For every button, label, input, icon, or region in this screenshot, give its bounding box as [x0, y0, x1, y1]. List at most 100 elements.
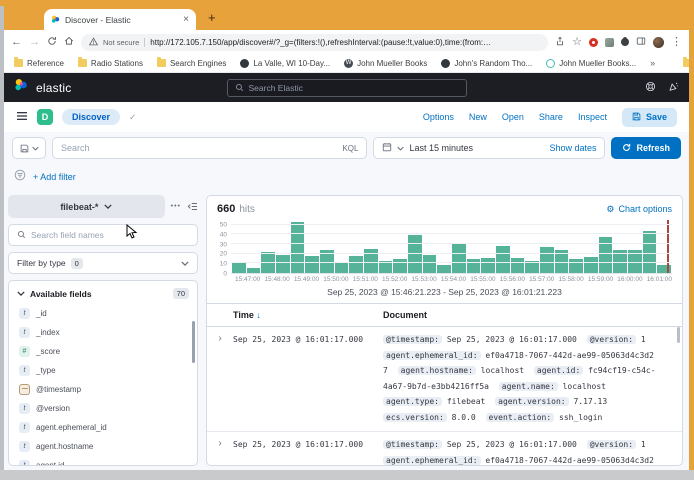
field-item-@version[interactable]: t@version	[9, 399, 197, 418]
field-search-input[interactable]	[31, 230, 189, 240]
show-dates-link[interactable]: Show dates	[549, 143, 596, 153]
doc-field-name[interactable]: @timestamp:	[383, 440, 442, 449]
doc-field-name[interactable]: @version:	[587, 440, 636, 449]
histogram-bar[interactable]	[437, 265, 451, 273]
doc-field-name[interactable]: agent.name:	[499, 382, 558, 391]
field-item-agent.ephemeral_id[interactable]: tagent.ephemeral_id	[9, 418, 197, 437]
fields-scrollbar[interactable]	[192, 321, 195, 363]
browser-tab[interactable]: Discover - Elastic ×	[44, 9, 196, 30]
doc-field-name[interactable]: agent.id:	[534, 366, 583, 375]
expand-row-icon[interactable]: ›	[218, 332, 221, 425]
extension-red-icon[interactable]	[589, 38, 598, 47]
doc-field-name[interactable]: @timestamp:	[383, 335, 442, 344]
extension-pin-icon[interactable]	[619, 36, 630, 47]
histogram-bar[interactable]	[540, 247, 554, 273]
documents-scrollbar[interactable]	[677, 327, 680, 343]
bookmark-item[interactable]: Radio Stations	[78, 59, 143, 68]
global-search[interactable]	[227, 79, 467, 97]
histogram-plot[interactable]	[231, 220, 672, 274]
field-item-_type[interactable]: t_type	[9, 361, 197, 380]
hamburger-menu-icon[interactable]	[16, 108, 28, 126]
field-item-agent.hostname[interactable]: tagent.hostname	[9, 437, 197, 456]
histogram-bar[interactable]	[452, 244, 466, 273]
doc-field-name[interactable]: agent.type:	[383, 397, 442, 406]
elastic-logo-icon[interactable]	[14, 78, 28, 97]
histogram-bar[interactable]	[467, 259, 481, 273]
help-icon[interactable]	[645, 79, 656, 97]
histogram-bar[interactable]	[569, 259, 583, 273]
forward-icon[interactable]: →	[29, 37, 40, 48]
field-item-@timestamp[interactable]: @timestamp	[9, 380, 197, 399]
doc-field-name[interactable]: agent.ephemeral_id:	[383, 351, 481, 360]
doc-field-name[interactable]: agent.hostname:	[398, 366, 476, 375]
query-language-label[interactable]: KQL	[342, 144, 358, 153]
profile-avatar[interactable]	[653, 37, 664, 48]
field-item-agent.id[interactable]: tagent.id	[9, 456, 197, 466]
histogram-bar[interactable]	[423, 255, 437, 273]
options-link[interactable]: Options	[423, 112, 454, 122]
kql-search-input[interactable]	[61, 143, 336, 153]
histogram-bar[interactable]	[481, 258, 495, 273]
bookmark-item[interactable]: John Mueller Books...	[546, 59, 636, 68]
histogram-bar[interactable]	[291, 222, 305, 273]
field-item-_id[interactable]: t_id	[9, 304, 197, 323]
bookmark-item[interactable]: John's Random Tho...	[441, 59, 532, 68]
doc-field-name[interactable]: event.action:	[486, 413, 555, 422]
time-column-header[interactable]: Time ↓	[233, 310, 383, 320]
global-search-input[interactable]	[249, 83, 459, 93]
breadcrumb[interactable]: Discover	[62, 109, 120, 125]
doc-field-name[interactable]: agent.ephemeral_id:	[383, 456, 481, 465]
table-row[interactable]: ›Sep 25, 2023 @ 16:01:17.000@timestamp: …	[207, 327, 682, 432]
kql-search-box[interactable]: KQL	[52, 137, 367, 159]
field-search-box[interactable]	[8, 224, 198, 246]
all-bookmarks[interactable]: All Bookmarks	[683, 59, 689, 68]
doc-field-name[interactable]: ecs.version:	[383, 413, 447, 422]
histogram-bar[interactable]	[349, 256, 363, 273]
collapse-sidebar-icon[interactable]	[187, 198, 198, 216]
new-link[interactable]: New	[469, 112, 487, 122]
reload-icon[interactable]	[47, 36, 57, 49]
histogram-bar[interactable]	[305, 256, 319, 273]
inspect-link[interactable]: Inspect	[578, 112, 607, 122]
saved-query-menu[interactable]	[12, 137, 46, 159]
table-row[interactable]: ›Sep 25, 2023 @ 16:01:17.000@timestamp: …	[207, 432, 682, 465]
histogram-bar[interactable]	[335, 262, 349, 273]
data-view-picker[interactable]: filebeat-*	[8, 195, 165, 218]
histogram-bar[interactable]	[408, 235, 422, 273]
side-panel-icon[interactable]	[636, 36, 646, 49]
doc-field-name[interactable]: @version:	[587, 335, 636, 344]
space-badge[interactable]: D	[37, 109, 53, 125]
share-icon[interactable]	[555, 36, 565, 49]
extension-image-icon[interactable]	[605, 38, 614, 47]
pinned-filters-icon[interactable]	[14, 168, 26, 186]
histogram-bar[interactable]	[393, 259, 407, 273]
field-item-_score[interactable]: #_score	[9, 342, 197, 361]
home-icon[interactable]	[64, 36, 74, 49]
bookmark-item[interactable]: Search Engines	[157, 59, 226, 68]
doc-field-name[interactable]: agent.version:	[495, 397, 568, 406]
add-filter-button[interactable]: + Add filter	[33, 172, 76, 182]
chart-options-button[interactable]: ⚙ Chart options	[606, 204, 672, 215]
histogram-bar[interactable]	[657, 265, 671, 273]
histogram-bar[interactable]	[496, 246, 510, 273]
bookmark-item[interactable]: La Valle, WI 10-Day...	[240, 59, 330, 68]
bookmark-item[interactable]: John Mueller Books	[344, 59, 427, 68]
histogram-bar[interactable]	[584, 257, 598, 273]
histogram-bar[interactable]	[247, 268, 261, 273]
bookmark-item[interactable]: Reference	[14, 59, 64, 68]
histogram-bar[interactable]	[276, 255, 290, 273]
field-list-options-icon[interactable]: •••	[171, 203, 181, 210]
histogram-bar[interactable]	[232, 262, 246, 273]
share-link[interactable]: Share	[539, 112, 563, 122]
save-button[interactable]: Save	[622, 108, 677, 127]
bookmarks-overflow-icon[interactable]: »	[650, 58, 655, 68]
available-fields-label[interactable]: Available fields	[30, 289, 168, 299]
filter-by-type[interactable]: Filter by type 0	[8, 252, 198, 274]
sort-descending-icon[interactable]: ↓	[256, 310, 261, 320]
new-tab-button[interactable]: +	[208, 13, 216, 23]
back-icon[interactable]: ←	[11, 37, 22, 48]
open-link[interactable]: Open	[502, 112, 524, 122]
bookmark-star-icon[interactable]: ☆	[572, 37, 582, 48]
time-range-value[interactable]: Last 15 minutes	[409, 143, 544, 153]
menu-dots-icon[interactable]: ⋮	[671, 37, 682, 48]
